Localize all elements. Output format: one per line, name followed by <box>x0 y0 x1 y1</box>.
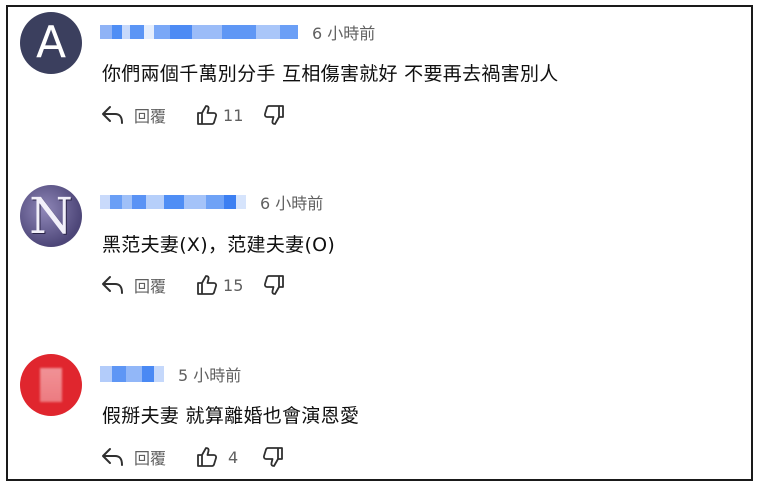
avatar-letter: A <box>35 17 67 68</box>
like-button[interactable]: 11 <box>196 104 243 126</box>
comment-actions: 回覆 4 <box>100 443 284 471</box>
comment-time[interactable]: 6 小時前 <box>260 190 323 214</box>
comment-time[interactable]: 5 小時前 <box>178 362 241 386</box>
comment-header: 6 小時前 <box>100 19 375 45</box>
reply-label: 回覆 <box>134 449 167 468</box>
thumbs-down-icon <box>263 447 284 467</box>
dislike-button[interactable] <box>262 446 284 468</box>
avatar[interactable]: A <box>20 12 82 74</box>
comment-actions: 回覆 15 <box>100 271 285 299</box>
reply-button[interactable]: 回覆 <box>100 273 166 297</box>
avatar[interactable]: N <box>20 185 82 247</box>
blurred-username[interactable] <box>100 195 246 209</box>
comment-item: 5 小時前 假掰夫妻 就算離婚也會演恩愛 回覆 4 <box>8 349 751 479</box>
like-button[interactable]: 4 <box>196 446 238 468</box>
comment-header: 6 小時前 <box>100 189 323 215</box>
blurred-username[interactable] <box>100 366 164 382</box>
reply-label: 回覆 <box>134 107 167 126</box>
comment-text: 你們兩個千萬別分手 互相傷害就好 不要再去禍害別人 <box>102 63 559 85</box>
like-button[interactable]: 15 <box>196 274 243 296</box>
dislike-button[interactable] <box>263 104 285 126</box>
like-count: 15 <box>223 275 244 295</box>
thumbs-up-icon <box>197 275 218 295</box>
thumbs-up-icon <box>197 105 218 125</box>
comment-item: N 6 小時前 黑范夫妻(X)，范建夫妻(O) 回覆 15 <box>8 177 751 327</box>
thumbs-down-icon <box>264 275 285 295</box>
avatar-letter: N <box>29 187 73 245</box>
like-count: 11 <box>223 105 244 125</box>
comments-panel: A 6 小時前 你們兩個千萬別分手 互相傷害就好 不要再去禍害別人 回覆 11 <box>6 5 753 481</box>
like-count: 4 <box>228 447 239 467</box>
avatar[interactable] <box>20 354 82 416</box>
blurred-avatar-image <box>40 368 62 402</box>
reply-label: 回覆 <box>134 277 167 296</box>
thumbs-up-icon <box>197 447 218 467</box>
comment-text: 黑范夫妻(X)，范建夫妻(O) <box>102 234 336 256</box>
comment-actions: 回覆 11 <box>100 101 285 129</box>
reply-arrow-icon <box>102 106 123 124</box>
reply-button[interactable]: 回覆 <box>100 445 166 469</box>
comment-header: 5 小時前 <box>100 361 241 387</box>
reply-arrow-icon <box>102 276 123 294</box>
reply-arrow-icon <box>102 448 123 466</box>
comment-item: A 6 小時前 你們兩個千萬別分手 互相傷害就好 不要再去禍害別人 回覆 11 <box>8 7 751 157</box>
blurred-username[interactable] <box>100 25 298 39</box>
thumbs-down-icon <box>264 105 285 125</box>
comment-time[interactable]: 6 小時前 <box>312 20 375 44</box>
comment-text: 假掰夫妻 就算離婚也會演恩愛 <box>102 405 360 427</box>
dislike-button[interactable] <box>263 274 285 296</box>
reply-button[interactable]: 回覆 <box>100 103 166 127</box>
